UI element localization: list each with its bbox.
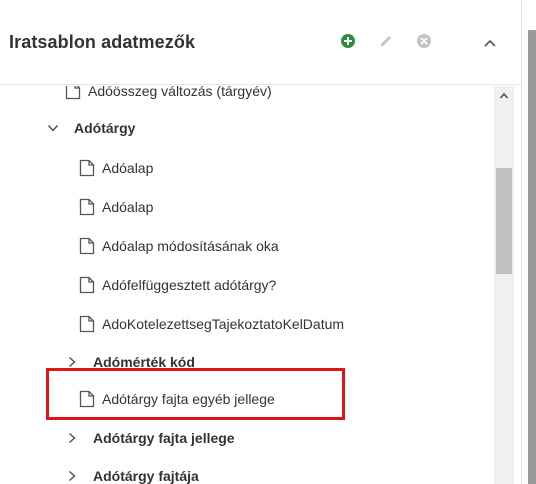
tree-item-label: Adóalap — [102, 199, 154, 215]
add-icon[interactable] — [338, 31, 358, 51]
tree-group-item[interactable]: Adótárgy fajtája — [65, 463, 199, 484]
document-icon — [79, 276, 95, 294]
outer-scrollbar[interactable] — [528, 30, 536, 484]
tree-item-label: Adómérték kód — [93, 354, 195, 370]
tree-leaf-item[interactable]: Adófelfüggesztett adótárgy? — [79, 272, 276, 298]
scrollbar-thumb[interactable] — [496, 168, 512, 274]
template-fields-panel: Iratsablon adatmezők Adóösszeg változás … — [0, 0, 522, 484]
document-icon — [65, 86, 81, 100]
document-icon — [79, 159, 95, 177]
document-icon — [79, 237, 95, 255]
delete-icon[interactable] — [414, 31, 434, 51]
tree-item-label: Adóösszeg változás (tárgyév) — [88, 86, 272, 99]
tree-leaf-item[interactable]: Adóalap — [79, 194, 153, 220]
tree-leaf-item[interactable]: AdoKotelezettsegTajekoztatoKelDatum — [79, 311, 344, 337]
tree-group-item[interactable]: Adómérték kód — [65, 349, 195, 375]
chevron-right-icon[interactable] — [65, 431, 79, 445]
document-icon — [79, 315, 95, 333]
tree-leaf-item[interactable]: Adóösszeg változás (tárgyév) — [65, 86, 272, 104]
window-edge — [522, 0, 536, 484]
tree-item-label: Adótárgy fajtája — [93, 468, 199, 484]
tree-item-label: Adótárgy — [74, 120, 136, 136]
chevron-right-icon[interactable] — [65, 355, 79, 369]
document-icon — [79, 390, 95, 408]
tree-leaf-item[interactable]: Adóalap módosításának oka — [79, 233, 279, 259]
edit-icon[interactable] — [376, 31, 396, 51]
tree-scrollbar[interactable] — [494, 86, 514, 484]
chevron-down-icon[interactable] — [46, 121, 60, 135]
scroll-up-icon[interactable] — [494, 86, 514, 106]
tree-leaf-item[interactable]: Adóalap — [79, 155, 153, 181]
tree-leaf-item-selected[interactable]: Adótárgy fajta egyéb jellege — [79, 386, 275, 412]
tree-item-label: Adófelfüggesztett adótárgy? — [102, 277, 277, 293]
collapse-icon[interactable] — [480, 33, 500, 53]
tree-item-label: Adóalap módosításának oka — [102, 238, 279, 254]
tree-group-item[interactable]: Adótárgy fajta jellege — [65, 425, 235, 451]
chevron-right-icon[interactable] — [65, 469, 79, 483]
tree-item-label: Adótárgy fajta jellege — [93, 430, 235, 446]
panel-header: Iratsablon adatmezők — [0, 0, 521, 85]
field-tree: Adóösszeg változás (tárgyév) Adótárgy Ad… — [13, 86, 493, 484]
document-icon — [79, 198, 95, 216]
tree-item-label: AdoKotelezettsegTajekoztatoKelDatum — [102, 316, 345, 332]
tree-group-adotargy[interactable]: Adótárgy — [46, 115, 135, 141]
tree-item-label: Adótárgy fajta egyéb jellege — [102, 391, 275, 407]
panel-title: Iratsablon adatmezők — [9, 32, 196, 52]
tree-item-label: Adóalap — [102, 160, 154, 176]
